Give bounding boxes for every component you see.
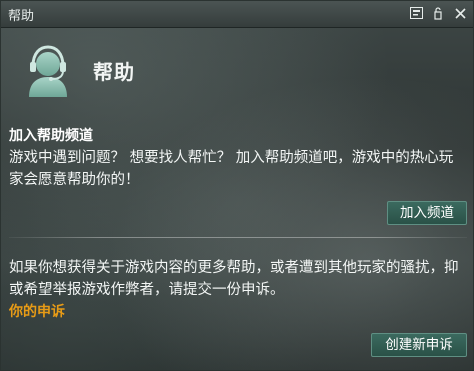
report-section-description: 如果你想获得关于游戏内容的更多帮助，或者遭到其他玩家的骚扰，抑或希望举报游戏作弊… [9,260,459,298]
page-title: 帮助 [93,59,135,84]
create-appeal-button[interactable]: 创建新申诉 [371,333,467,357]
help-header: 帮助 [21,43,135,97]
join-channel-button[interactable]: 加入频道 [387,201,467,225]
titlebar-controls [409,6,467,20]
pin-icon[interactable] [431,6,445,20]
window-title: 帮助 [8,9,35,24]
join-section-title: 加入帮助频道 [9,128,93,144]
my-appeals-link[interactable]: 你的申诉 [9,301,65,321]
screenshot-icon[interactable] [409,6,423,20]
section-divider [9,237,467,238]
title-bar[interactable]: 帮助 [1,1,473,28]
help-window: 帮助 帮助 加入帮助频道 游戏中遇到问题？ 想要找人帮忙？ 加入帮助频道吧，游戏… [0,0,474,371]
close-icon[interactable] [453,6,467,20]
join-section-description: 游戏中遇到问题？ 想要找人帮忙？ 加入帮助频道吧，游戏中的热心玩家会愿意帮助你的… [9,150,454,188]
support-headset-icon [21,43,75,97]
